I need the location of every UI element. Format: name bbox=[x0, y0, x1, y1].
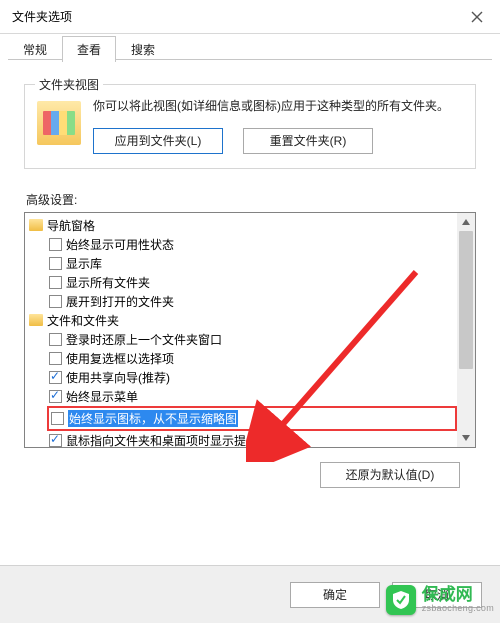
advanced-label: 高级设置: bbox=[26, 191, 474, 208]
tree-label: 导航窗格 bbox=[47, 217, 95, 234]
close-button[interactable] bbox=[454, 0, 500, 34]
tree-label: 始终显示可用性状态 bbox=[66, 236, 174, 253]
folder-views-group: 文件夹视图 你可以将此视图(如详细信息或图标)应用于这种类型的所有文件夹。 应用… bbox=[24, 84, 476, 169]
checkbox[interactable] bbox=[51, 412, 64, 425]
tree-item-selected[interactable]: 始终显示图标，从不显示缩略图 bbox=[51, 409, 453, 428]
scroll-thumb[interactable] bbox=[459, 231, 473, 370]
tree-item[interactable]: 鼠标指向文件夹和桌面项时显示提示信息 bbox=[49, 431, 457, 447]
tree-item[interactable]: 登录时还原上一个文件夹窗口 bbox=[49, 330, 457, 349]
checkbox[interactable] bbox=[49, 352, 62, 365]
tree-item[interactable]: 显示库 bbox=[49, 254, 457, 273]
folder-thumb-icon bbox=[37, 101, 81, 145]
tab-view[interactable]: 查看 bbox=[62, 36, 116, 62]
checkbox[interactable] bbox=[49, 371, 62, 384]
tree-label: 始终显示菜单 bbox=[66, 388, 138, 405]
close-icon bbox=[471, 11, 483, 23]
tree-label: 显示库 bbox=[66, 255, 102, 272]
watermark-url: zsbaocheng.com bbox=[422, 604, 494, 614]
checkbox[interactable] bbox=[49, 238, 62, 251]
checkbox[interactable] bbox=[49, 276, 62, 289]
watermark: 保成网 zsbaocheng.com bbox=[386, 585, 494, 615]
shield-icon bbox=[386, 585, 416, 615]
tree-item[interactable]: 始终显示菜单 bbox=[49, 387, 457, 406]
checkbox[interactable] bbox=[49, 295, 62, 308]
checkbox[interactable] bbox=[49, 434, 62, 447]
tab-strip: 常规 查看 搜索 bbox=[0, 34, 500, 62]
tree-label: 始终显示图标，从不显示缩略图 bbox=[68, 410, 238, 427]
tree-item[interactable]: 显示所有文件夹 bbox=[49, 273, 457, 292]
checkbox[interactable] bbox=[49, 390, 62, 403]
reset-folders-button[interactable]: 重置文件夹(R) bbox=[243, 128, 373, 154]
scroll-down-arrow-icon[interactable] bbox=[457, 429, 475, 447]
tree-label: 鼠标指向文件夹和桌面项时显示提示信息 bbox=[66, 432, 282, 447]
tree-label: 显示所有文件夹 bbox=[66, 274, 150, 291]
advanced-tree: 导航窗格 始终显示可用性状态 显示库 显示所有文件夹 展开到打开的文件夹 bbox=[24, 212, 476, 448]
ok-button[interactable]: 确定 bbox=[290, 582, 380, 608]
apply-to-folders-button[interactable]: 应用到文件夹(L) bbox=[93, 128, 223, 154]
tree-label: 登录时还原上一个文件夹窗口 bbox=[66, 331, 222, 348]
group-desc: 你可以将此视图(如详细信息或图标)应用于这种类型的所有文件夹。 bbox=[93, 97, 463, 116]
tree-label: 使用复选框以选择项 bbox=[66, 350, 174, 367]
tree-group-nav[interactable]: 导航窗格 bbox=[29, 216, 457, 235]
restore-defaults-button[interactable]: 还原为默认值(D) bbox=[320, 462, 460, 488]
tree-item[interactable]: 使用共享向导(推荐) bbox=[49, 368, 457, 387]
tree-item[interactable]: 展开到打开的文件夹 bbox=[49, 292, 457, 311]
tree-group-files[interactable]: 文件和文件夹 bbox=[29, 311, 457, 330]
checkbox[interactable] bbox=[49, 333, 62, 346]
group-title: 文件夹视图 bbox=[35, 76, 103, 93]
tree-label: 文件和文件夹 bbox=[47, 312, 119, 329]
folder-icon bbox=[29, 219, 43, 231]
tree-item[interactable]: 使用复选框以选择项 bbox=[49, 349, 457, 368]
scrollbar[interactable] bbox=[457, 213, 475, 447]
checkbox[interactable] bbox=[49, 257, 62, 270]
tree-label: 使用共享向导(推荐) bbox=[66, 369, 170, 386]
scroll-track[interactable] bbox=[457, 231, 475, 429]
titlebar: 文件夹选项 bbox=[0, 0, 500, 34]
tree-item[interactable]: 始终显示可用性状态 bbox=[49, 235, 457, 254]
watermark-title: 保成网 bbox=[422, 586, 494, 605]
window-title: 文件夹选项 bbox=[12, 8, 72, 25]
folder-icon bbox=[29, 314, 43, 326]
highlighted-row: 始终显示图标，从不显示缩略图 bbox=[47, 406, 457, 431]
tree-label: 展开到打开的文件夹 bbox=[66, 293, 174, 310]
scroll-up-arrow-icon[interactable] bbox=[457, 213, 475, 231]
